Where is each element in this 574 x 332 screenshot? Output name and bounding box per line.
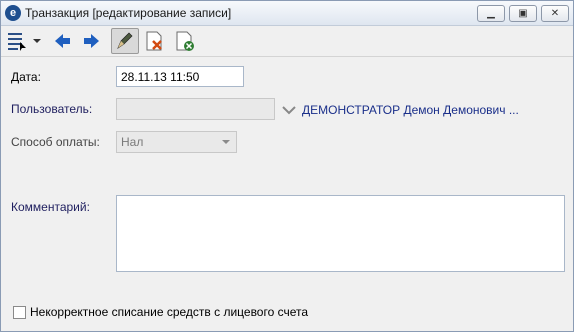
date-label: Дата: xyxy=(11,70,41,84)
forward-arrow-icon xyxy=(84,34,99,48)
back-arrow-icon xyxy=(55,34,70,48)
cancel-doc-icon xyxy=(176,31,194,51)
edit-button[interactable] xyxy=(111,28,139,54)
view-list-icon xyxy=(8,33,26,51)
close-icon: ✕ xyxy=(550,8,560,19)
date-field[interactable]: 28.11.13 11:50 xyxy=(116,66,244,87)
comment-textarea[interactable] xyxy=(116,195,565,272)
close-button[interactable]: ✕ xyxy=(541,5,569,22)
incorrect-debit-label: Некорректное списание средств с лицевого… xyxy=(30,305,309,319)
incorrect-debit-checkbox[interactable] xyxy=(13,306,26,319)
comment-label: Комментарий: xyxy=(11,200,90,214)
delete-doc-icon xyxy=(146,31,162,51)
user-select-button[interactable] xyxy=(281,104,297,115)
transaction-window: e Транзакция [редактирование записи] ▁ ▣… xyxy=(0,0,574,332)
dropdown-arrow-icon xyxy=(33,39,41,43)
form-area: Дата: 28.11.13 11:50 Пользователь: ДЕМОН… xyxy=(1,57,573,331)
view-dropdown-button[interactable] xyxy=(31,29,43,53)
user-link[interactable]: ДЕМОНСТРАТОР Демон Демонович ... xyxy=(302,103,519,117)
user-field[interactable] xyxy=(116,98,275,120)
payment-select[interactable]: Нал xyxy=(116,131,237,153)
cancel-button[interactable] xyxy=(173,29,197,53)
user-label: Пользователь: xyxy=(11,102,93,116)
minimize-icon: ▁ xyxy=(487,8,495,19)
payment-label: Способ оплаты: xyxy=(11,135,100,149)
view-list-button[interactable] xyxy=(5,29,29,53)
forward-button[interactable] xyxy=(79,29,103,53)
date-value: 28.11.13 11:50 xyxy=(121,70,200,84)
app-logo-icon: e xyxy=(5,5,21,21)
window-title: Транзакция [редактирование записи] xyxy=(25,6,232,20)
edit-pen-icon xyxy=(117,32,133,49)
delete-button[interactable] xyxy=(143,29,167,53)
payment-value: Нал xyxy=(121,135,144,149)
maximize-icon: ▣ xyxy=(518,8,528,19)
title-bar[interactable]: e Транзакция [редактирование записи] ▁ ▣… xyxy=(1,1,573,26)
dropdown-arrow-icon xyxy=(222,140,230,144)
chevron-down-icon xyxy=(282,106,296,115)
minimize-button[interactable]: ▁ xyxy=(477,5,505,22)
back-button[interactable] xyxy=(51,29,75,53)
maximize-button[interactable]: ▣ xyxy=(509,5,537,22)
toolbar xyxy=(1,26,573,57)
